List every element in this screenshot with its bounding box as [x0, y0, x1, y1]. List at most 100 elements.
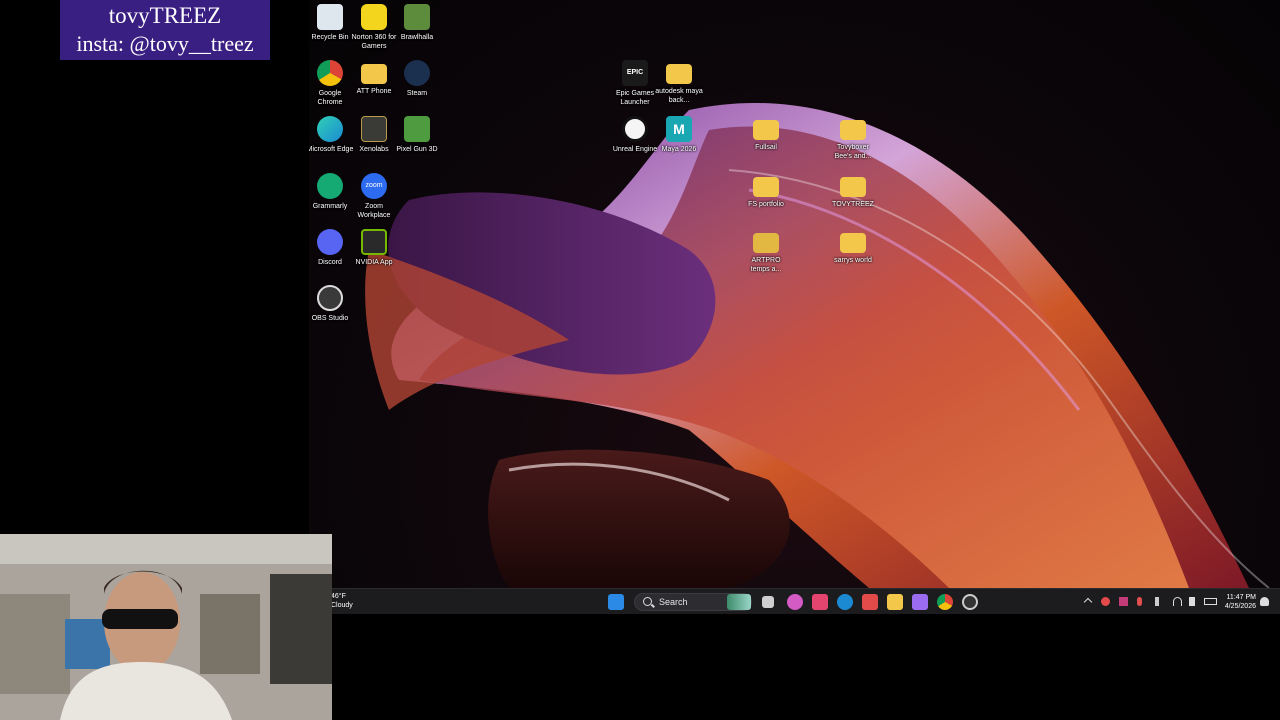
desktop-icon-label: OBS Studio	[311, 315, 349, 322]
desktop-icon-obs[interactable]: OBS Studio	[309, 285, 354, 323]
task-view-icon[interactable]	[762, 596, 774, 608]
chrome-icon[interactable]	[937, 594, 953, 610]
desktop-icon-pixel-gun[interactable]: Pixel Gun 3D	[393, 116, 441, 154]
recycle-bin-icon	[317, 4, 343, 30]
maya-icon: M	[666, 116, 692, 142]
folder-icon	[753, 120, 779, 140]
banner-name: tovyTREEZ	[108, 3, 222, 28]
desktop-icon-sarrys-world[interactable]: sarrys world	[829, 229, 877, 265]
desktop-icon-label: Google Chrome	[317, 90, 343, 106]
desktop-icon-tovytreez[interactable]: TOVYTREEZ	[829, 173, 877, 209]
battery-icon[interactable]	[1204, 598, 1217, 605]
pen-tool-icon[interactable]	[912, 594, 928, 610]
desktop-icon-att-phone[interactable]: ATT Phone	[350, 60, 398, 96]
desktop-icon-label: Unreal Engine	[612, 146, 658, 153]
file-explorer-icon[interactable]	[887, 594, 903, 610]
desktop-icon-fs-portfolio[interactable]: FS portfolio	[742, 173, 790, 209]
desktop-icon-label: Zoom Workplace	[357, 203, 391, 219]
desktop-icon-label: NVIDIA App	[355, 259, 393, 266]
instagram-icon[interactable]	[812, 594, 828, 610]
desktop-icon-recycle-bin[interactable]: Recycle Bin	[309, 4, 354, 42]
obs-icon[interactable]	[962, 594, 978, 610]
desktop-icon-label: Maya 2026	[661, 146, 697, 153]
webcam-feed	[0, 534, 332, 720]
brawlhalla-icon	[404, 4, 430, 30]
wifi-icon[interactable]	[1173, 597, 1182, 606]
start-button[interactable]	[608, 594, 624, 610]
tray-app-icon[interactable]	[1101, 597, 1110, 606]
obs-icon	[317, 285, 343, 311]
chevron-up-icon[interactable]	[1083, 597, 1093, 607]
snipping-tool-icon[interactable]	[862, 594, 878, 610]
desktop-icon-label: sarrys world	[834, 257, 872, 264]
weather-temp: 46°F	[331, 593, 346, 600]
discord-icon	[317, 229, 343, 255]
desktop-icon-label: Fullsail	[755, 144, 777, 151]
desktop-icon-maya[interactable]: M Maya 2026	[655, 116, 703, 154]
xenolabs-icon	[361, 116, 387, 142]
search-placeholder: Search	[659, 597, 688, 607]
pen-icon[interactable]	[1155, 597, 1159, 606]
desktop-icon-label: Tovyboxer Bee's and...	[834, 144, 872, 160]
norton-icon	[361, 4, 387, 30]
chrome-icon	[317, 60, 343, 86]
folder-icon	[840, 120, 866, 140]
folder-icon	[666, 64, 692, 84]
desktop-icon-label: FS portfolio	[748, 201, 784, 208]
epic-games-icon: EPIC	[622, 60, 648, 86]
desktop-icon-steam[interactable]: Steam	[393, 60, 441, 98]
tray-app-icon[interactable]	[1119, 597, 1128, 606]
desktop-icon-label: Discord	[318, 259, 342, 266]
desktop-icon-label: TOVYTREEZ	[832, 201, 874, 208]
nvidia-icon	[361, 229, 387, 255]
desktop-icon-label: Xenolabs	[359, 146, 389, 153]
desktop-icon-chrome[interactable]: Google Chrome	[309, 60, 354, 107]
volume-icon[interactable]	[1189, 597, 1195, 606]
desktop-icon-fullsail[interactable]: Fullsail	[742, 116, 790, 152]
search-highlight-icon[interactable]	[727, 594, 751, 610]
desktop-icon-nvidia[interactable]: NVIDIA App	[350, 229, 398, 267]
folder-icon	[753, 177, 779, 197]
clock-date: 4/25/2026	[1224, 603, 1256, 610]
desktop-icon-label: Grammarly	[312, 203, 348, 210]
desktop-icon-label: Pixel Gun 3D	[396, 146, 438, 153]
edge-icon	[317, 116, 343, 142]
clock-time: 11:47 PM	[1226, 594, 1256, 601]
microphone-icon[interactable]	[1137, 597, 1142, 606]
desktop-icon-label: Microsoft Edge	[309, 146, 354, 153]
desktop-icon-label: Epic Games Launcher	[615, 90, 655, 106]
copilot-icon[interactable]	[787, 594, 803, 610]
desktop-icon-norton[interactable]: Norton 360 for Gamers	[350, 4, 398, 51]
streamer-banner: tovyTREEZ insta: @tovy__treez	[60, 0, 270, 60]
folder-icon	[753, 233, 779, 253]
desktop: Recycle Bin Norton 360 for Gamers Brawlh…	[309, 0, 1280, 588]
desktop-icon-label: Norton 360 for Gamers	[351, 34, 397, 50]
desktop-icon-label: Steam	[406, 90, 428, 97]
desktop-icon-maya-backup[interactable]: autodesk maya back...	[655, 60, 703, 105]
desktop-icon-xenolabs[interactable]: Xenolabs	[350, 116, 398, 154]
desktop-icon-tovyboxer[interactable]: Tovyboxer Bee's and...	[829, 116, 877, 161]
weather-widget[interactable]: 46°F Cloudy	[319, 592, 353, 610]
desktop-icon-label: ARTPRO temps a...	[750, 257, 782, 273]
desktop-icon-brawlhalla[interactable]: Brawlhalla	[393, 4, 441, 42]
desktop-icon-label: Brawlhalla	[400, 34, 434, 41]
folder-icon	[361, 64, 387, 84]
banner-insta: insta: @tovy__treez	[76, 31, 254, 56]
desktop-icon-grammarly[interactable]: Grammarly	[309, 173, 354, 211]
folder-icon	[840, 177, 866, 197]
unreal-engine-icon	[622, 116, 648, 142]
steam-icon	[404, 60, 430, 86]
pixel-gun-icon	[404, 116, 430, 142]
desktop-icon-edge[interactable]: Microsoft Edge	[309, 116, 354, 154]
wallpaper	[365, 102, 1270, 588]
notification-bell-icon[interactable]	[1260, 597, 1269, 606]
desktop-icon-artpro[interactable]: ARTPRO temps a...	[742, 229, 790, 274]
desktop-icon-unreal[interactable]: Unreal Engine	[611, 116, 659, 154]
desktop-icon-epic-games[interactable]: EPIC Epic Games Launcher	[611, 60, 659, 107]
edge-icon[interactable]	[837, 594, 853, 610]
taskbar: 46°F Cloudy Search 11:47 PM 4/25/2026	[309, 588, 1280, 614]
clock[interactable]: 11:47 PM 4/25/2026	[1225, 593, 1256, 611]
desktop-icon-label: ATT Phone	[356, 88, 392, 95]
desktop-icon-discord[interactable]: Discord	[309, 229, 354, 267]
desktop-icon-zoom[interactable]: zoom Zoom Workplace	[350, 173, 398, 220]
